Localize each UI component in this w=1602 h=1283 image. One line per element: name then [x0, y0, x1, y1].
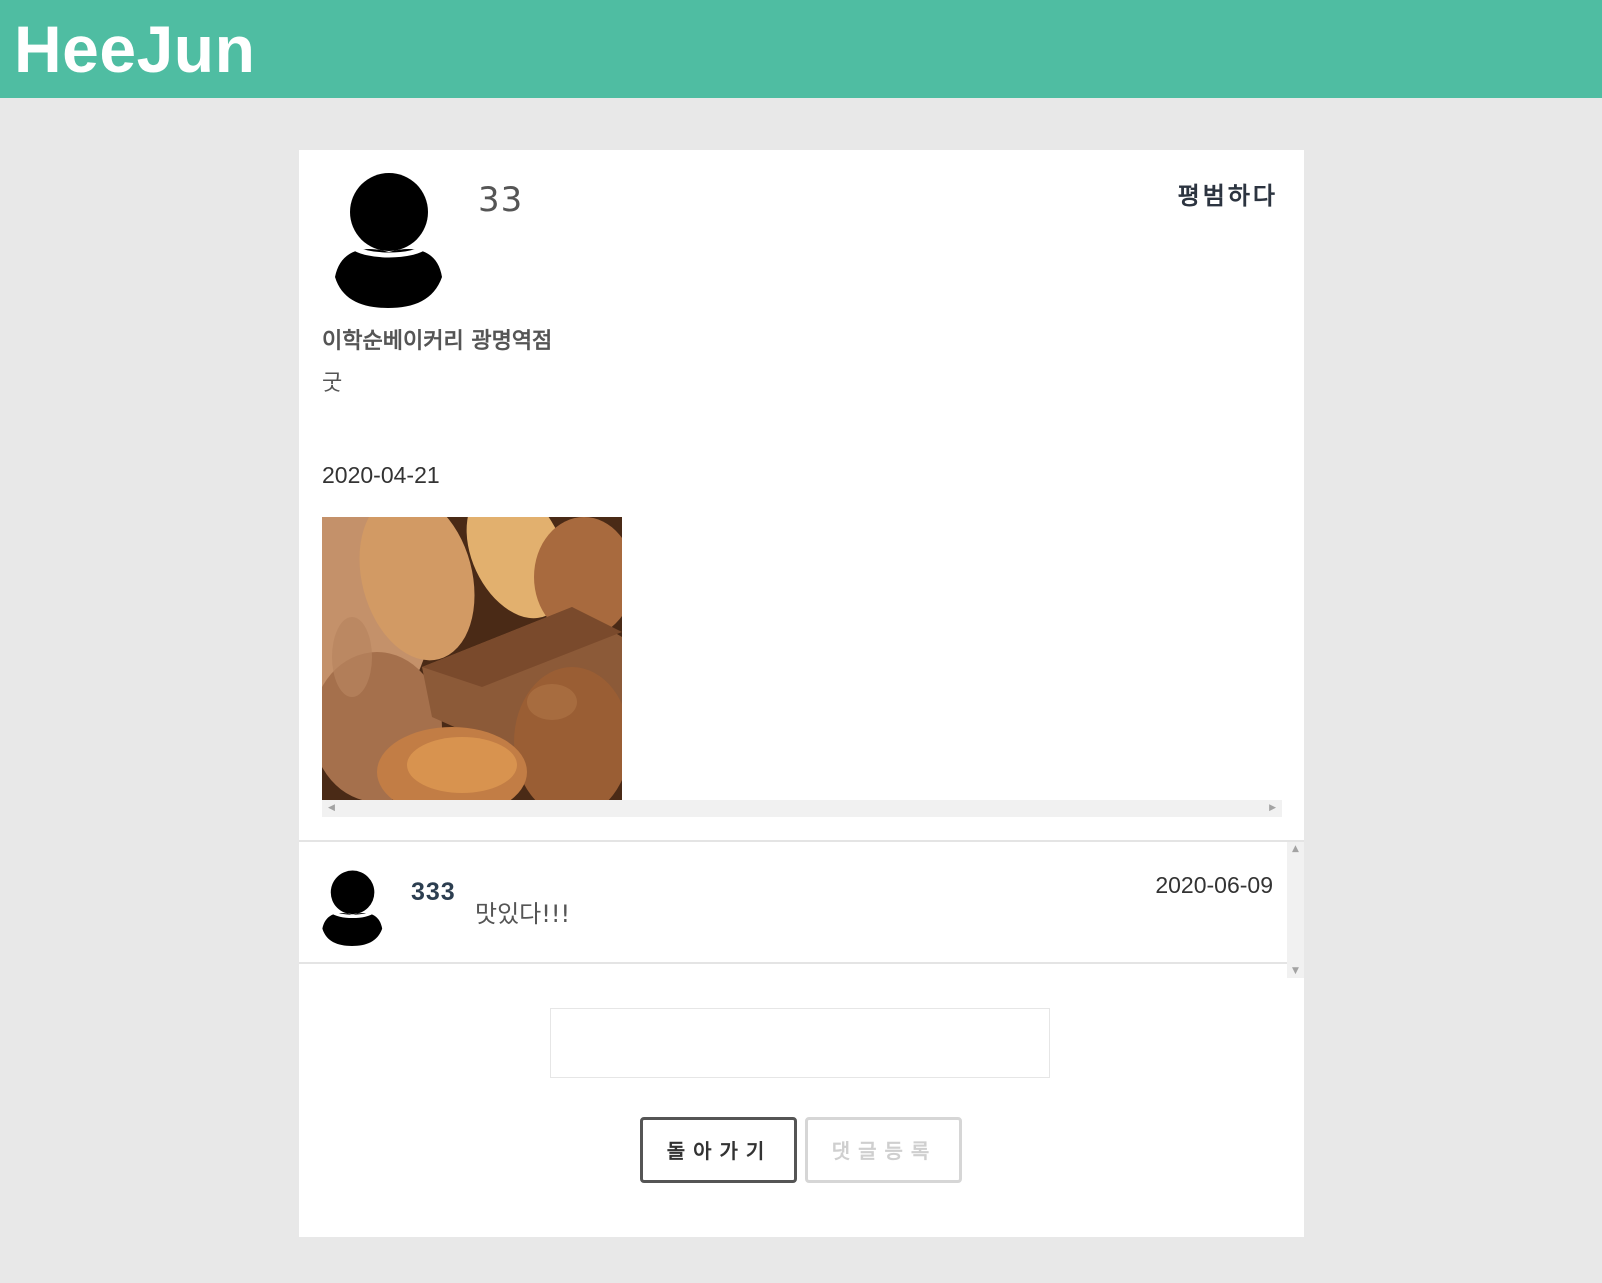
scroll-up-icon[interactable]: ▲ [1287, 844, 1304, 854]
review-card: 33 평범하다 이학순베이커리 광명역점 굿 2020-04-21 ◀ ▶ 33… [299, 150, 1304, 1237]
vertical-scrollbar[interactable]: ▲ ▼ [1287, 842, 1304, 978]
horizontal-scrollbar[interactable]: ◀ ▶ [322, 800, 1282, 817]
scroll-left-icon[interactable]: ◀ [328, 800, 335, 817]
rating-text: 평범하다 [1177, 182, 1278, 210]
comment-input[interactable] [550, 1008, 1050, 1078]
bread-photo [322, 517, 622, 800]
brand-logo[interactable]: HeeJun [14, 10, 255, 88]
comment-date: 2020-06-09 [1155, 872, 1273, 898]
scroll-down-icon[interactable]: ▼ [1287, 966, 1304, 976]
commenter-avatar-icon [322, 870, 383, 946]
back-button[interactable]: 돌아가기 [640, 1117, 797, 1183]
photo-scroll-area[interactable]: ◀ ▶ [322, 517, 1282, 817]
comment-item: 333 맛있다!!! 2020-06-09 [299, 842, 1287, 964]
review-content: 굿 [322, 371, 343, 396]
user-avatar-icon [335, 173, 442, 308]
comment-author: 333 [411, 878, 456, 906]
store-name: 이학순베이커리 광명역점 [322, 329, 553, 354]
comment-text: 맛있다!!! [475, 900, 571, 928]
top-navbar: HeeJun [0, 0, 1602, 98]
submit-comment-button[interactable]: 댓글등록 [805, 1117, 962, 1183]
comment-list[interactable]: 333 맛있다!!! 2020-06-09 ▲ ▼ [299, 840, 1304, 980]
review-date: 2020-04-21 [322, 462, 440, 488]
scroll-right-icon[interactable]: ▶ [1269, 800, 1276, 817]
review-author: 33 [478, 180, 524, 220]
